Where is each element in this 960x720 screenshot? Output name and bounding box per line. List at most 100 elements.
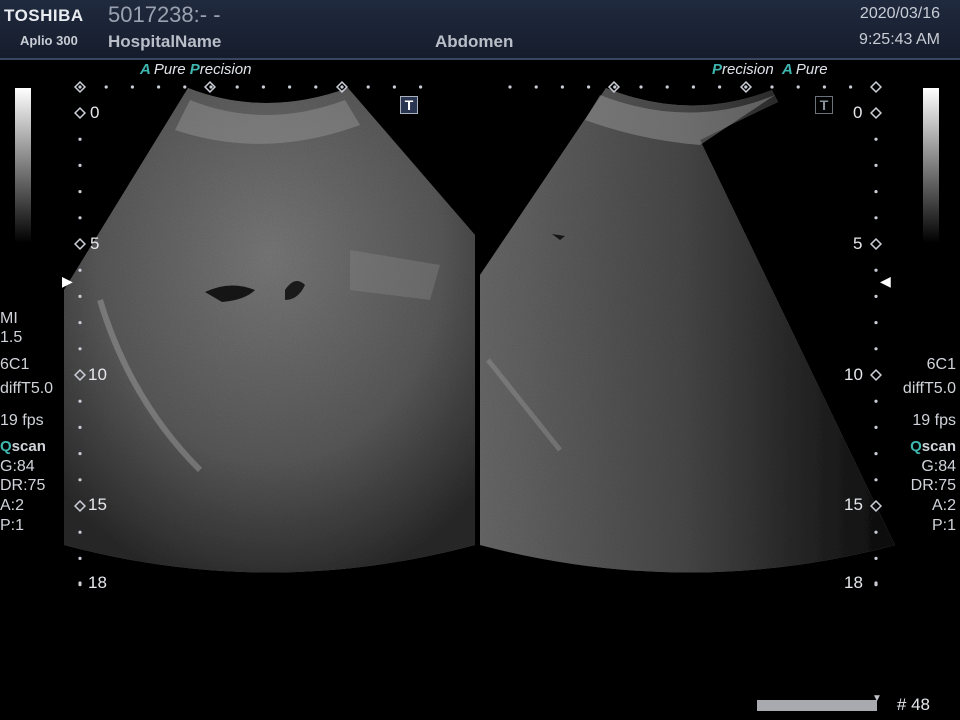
scale-dot — [340, 85, 344, 89]
right-depth-18: 18 — [844, 573, 863, 592]
scale-dot — [209, 85, 213, 89]
scale-dot — [261, 85, 265, 89]
scale-marker — [869, 80, 883, 94]
right-a-param: A:2 — [931, 497, 956, 514]
right-focus-arrow-icon: ◀ — [880, 273, 891, 289]
scale-dot — [874, 190, 878, 194]
cine-frame-bar[interactable] — [757, 700, 877, 711]
scale-dot — [874, 478, 878, 482]
left-p-param: P:1 — [0, 517, 25, 534]
scale-dot — [78, 556, 82, 561]
right-transducer-icon[interactable]: T — [815, 96, 833, 114]
right-p-param: P:1 — [931, 517, 956, 534]
scale-dot — [874, 294, 878, 298]
scale-dot — [78, 85, 82, 89]
left-focus-arrow-icon: ▶ — [62, 273, 73, 289]
left-dynamic-range: DR:75 — [0, 477, 46, 494]
right-depth-15: 15 — [844, 495, 863, 514]
frame-number: # 48 — [896, 695, 930, 714]
scale-dot — [796, 85, 800, 89]
scale-dot — [78, 530, 82, 534]
left-depth-5: 5 — [90, 234, 100, 253]
scale-dot — [78, 478, 82, 482]
right-qscan: Qscan — [910, 438, 956, 455]
left-gain: G:84 — [0, 458, 35, 475]
scale-dot — [874, 556, 878, 561]
scale-dot — [78, 399, 82, 403]
left-a-param: A:2 — [0, 497, 25, 514]
scale-dot — [104, 85, 108, 89]
scale-marker — [869, 237, 883, 251]
scale-dot — [718, 85, 722, 89]
scale-dot — [78, 163, 82, 167]
left-transducer-icon[interactable]: T — [400, 96, 418, 114]
scale-dot — [183, 85, 187, 89]
left-depth-15: 15 — [88, 495, 107, 514]
scale-dot — [78, 137, 82, 141]
scale-dot — [130, 85, 134, 89]
left-mode: diffT5.0 — [0, 380, 54, 397]
left-ultrasound-image — [64, 88, 475, 573]
scale-dot — [874, 452, 878, 456]
right-depth-5: 5 — [853, 234, 863, 253]
left-fps: 19 fps — [0, 412, 44, 429]
scale-dot — [874, 137, 878, 141]
scale-dot — [874, 399, 878, 403]
right-mode: diffT5.0 — [902, 380, 956, 397]
scale-marker — [869, 368, 883, 382]
scale-dot — [419, 85, 423, 89]
left-depth-0: 0 — [90, 103, 100, 122]
scale-dot — [534, 85, 538, 89]
scale-dot — [366, 85, 370, 89]
scale-dot — [874, 163, 878, 167]
scale-dot — [613, 85, 617, 89]
scale-dot — [874, 321, 878, 325]
left-precision-tag: A Pure Precision — [140, 61, 252, 78]
left-probe: 6C1 — [0, 356, 30, 373]
right-grayscale-bar — [923, 88, 939, 243]
scale-dot — [874, 530, 878, 534]
scale-dot — [874, 425, 878, 429]
scale-dot — [874, 268, 878, 272]
scale-dot — [822, 85, 827, 89]
right-gain: G:84 — [921, 458, 956, 475]
right-fps: 19 fps — [912, 412, 956, 429]
cine-marker-icon: ▼ — [872, 693, 882, 704]
left-depth-18: 18 — [88, 573, 107, 592]
scale-dot — [508, 85, 512, 89]
right-probe: 6C1 — [926, 356, 956, 373]
scale-marker — [73, 106, 87, 120]
scale-dot — [874, 581, 878, 585]
scale-dot — [78, 425, 82, 429]
scale-dot — [849, 85, 853, 89]
scale-marker — [73, 237, 87, 251]
scale-dot — [691, 85, 696, 89]
scale-dot — [78, 216, 82, 220]
left-depth-10: 10 — [88, 365, 107, 384]
right-dynamic-range: DR:75 — [910, 477, 956, 494]
mi-label: MI — [0, 310, 18, 327]
scale-dot — [78, 581, 82, 585]
scale-dot — [235, 85, 239, 89]
scale-dot — [587, 85, 591, 89]
scale-dot — [392, 85, 396, 89]
left-qscan: Qscan — [0, 438, 46, 455]
scale-dot — [78, 268, 82, 272]
scale-dot — [314, 85, 318, 89]
scale-dot — [78, 294, 82, 298]
scale-dot — [157, 85, 161, 89]
right-depth-0: 0 — [853, 103, 863, 122]
scale-marker — [869, 106, 883, 120]
scale-dot — [874, 347, 878, 351]
scale-dot — [78, 321, 82, 325]
right-depth-10: 10 — [844, 365, 863, 384]
scale-dot — [288, 85, 292, 89]
left-grayscale-bar — [15, 88, 31, 243]
scale-dot — [874, 216, 878, 220]
mi-value: 1.5 — [0, 329, 23, 346]
scale-dot — [770, 85, 774, 89]
scale-dot — [78, 347, 82, 351]
scale-dot — [560, 85, 565, 89]
scale-dot — [665, 85, 669, 89]
scale-dot — [78, 452, 82, 456]
